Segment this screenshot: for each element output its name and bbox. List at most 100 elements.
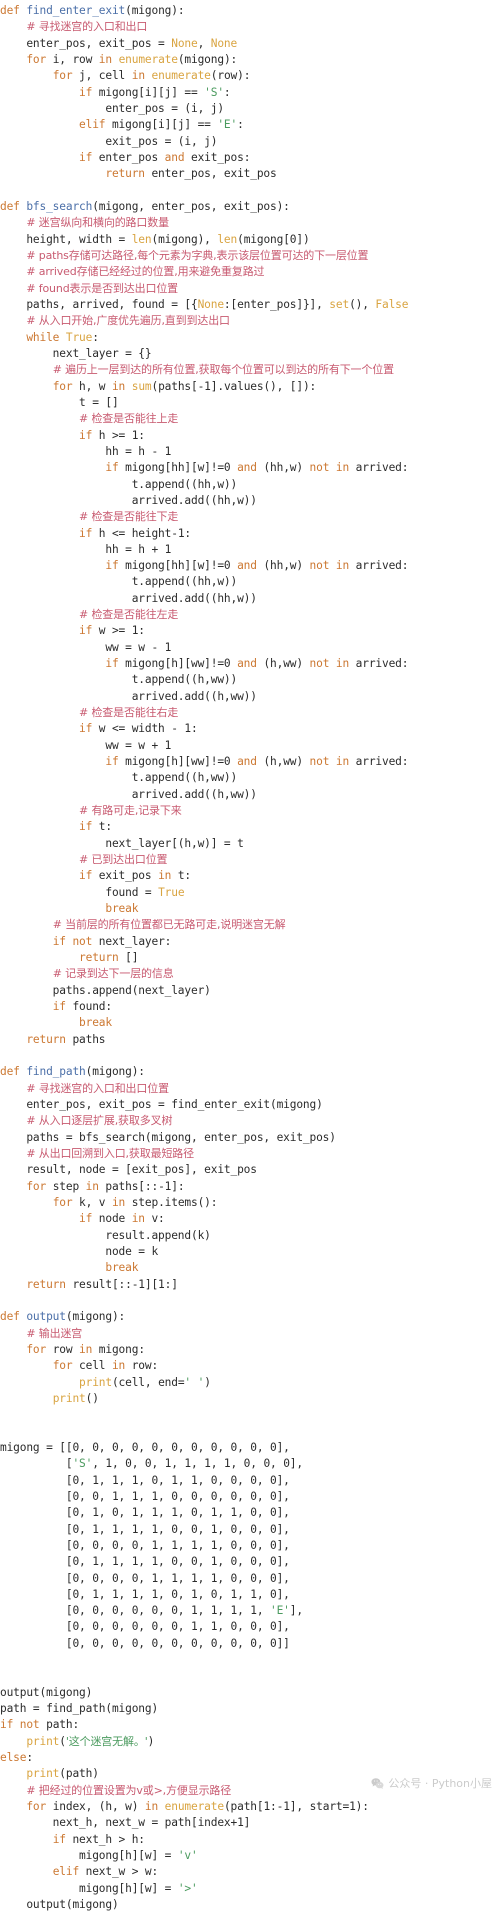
- code-token-pl: , 1, 0, 0, 1, 1, 1, 1, 0, 0, 0],: [92, 1457, 303, 1470]
- code-token-kw: for: [53, 1196, 73, 1209]
- code-token-kw: return: [26, 1278, 66, 1291]
- code-line: if next_h > h:: [0, 1832, 500, 1848]
- code-token-kw: def: [0, 200, 26, 213]
- code-token-kw: break: [79, 1016, 112, 1029]
- code-token-pl: h <= height-1:: [92, 527, 191, 540]
- code-token-pl: [0, 1000, 53, 1013]
- code-token-pl: arrived:: [349, 755, 408, 768]
- code-line: # 记录到达下一层的信息: [0, 966, 500, 982]
- code-token-pl: [0, 0, 0, 0, 0, 0, 1, 1, 0, 0, 0],: [0, 1620, 290, 1633]
- code-token-kw: for: [53, 1359, 73, 1372]
- code-token-pl: (migong):: [86, 1065, 145, 1078]
- code-line: print(): [0, 1391, 500, 1407]
- code-token-pl: [0, 20, 26, 33]
- code-token-cmt: # 遍历上一层到达的所有位置,获取每个位置可以到达的所有下一个位置: [53, 363, 394, 376]
- code-token-pl: path = find_path(migong): [0, 1702, 158, 1715]
- code-line: return []: [0, 950, 500, 966]
- code-token-bi: print: [26, 1735, 59, 1748]
- code-token-kw: not: [310, 559, 330, 572]
- code-line: enter_pos, exit_pos = None, None: [0, 36, 500, 52]
- code-token-pl: w <= width - 1:: [92, 722, 197, 735]
- code-token-pl: index, (h, w): [46, 1800, 145, 1813]
- code-line: # arrived存储已经经过的位置,用来避免重复路过: [0, 264, 500, 280]
- code-line: while True:: [0, 330, 500, 346]
- code-token-pl: path:: [40, 1718, 80, 1731]
- code-line: for cell in row:: [0, 1358, 500, 1374]
- code-token-pl: i, row: [46, 53, 99, 66]
- code-token-kw: def: [0, 1065, 26, 1078]
- code-token-pl: [0, 1016, 79, 1029]
- code-token-bi: print: [79, 1376, 112, 1389]
- code-token-pl: migong:: [92, 1343, 145, 1356]
- code-line: paths.append(next_layer): [0, 983, 500, 999]
- code-token-pl: [0, 1033, 26, 1046]
- code-line: for j, cell in enumerate(row):: [0, 68, 500, 84]
- code-token-kw: in: [112, 1196, 125, 1209]
- code-token-cmt: # 寻找迷宫的入口和出口: [26, 20, 147, 33]
- code-token-pl: [0, 967, 53, 980]
- code-token-pl: (hh,w): [257, 559, 310, 572]
- code-token-pl: exit_pos: [92, 869, 158, 882]
- code-line: ['S', 1, 0, 0, 1, 1, 1, 1, 0, 0, 0],: [0, 1456, 500, 1472]
- code-token-pl: enter_pos = (i, j): [0, 102, 224, 115]
- code-line: migong[h][w] = 'v': [0, 1848, 500, 1864]
- code-line: if migong[i][j] == 'S':: [0, 85, 500, 101]
- code-token-kw: for: [26, 1180, 46, 1193]
- code-line: if h <= height-1:: [0, 526, 500, 542]
- code-token-pl: (migong),: [151, 233, 217, 246]
- code-token-pl: [0, 755, 105, 768]
- code-line: # 已到达出口位置: [0, 852, 500, 868]
- code-token-pl: arrived:: [349, 657, 408, 670]
- code-token-pl: output(migong): [0, 1686, 92, 1699]
- code-token-pl: arrived:: [349, 559, 408, 572]
- code-token-pl: (path[1:-1], start=1):: [224, 1800, 369, 1813]
- code-token-pl: paths = bfs_search(migong, enter_pos, ex…: [0, 1131, 336, 1144]
- code-token-kw: if: [53, 1000, 66, 1013]
- code-token-fn: bfs_search: [26, 200, 92, 213]
- code-token-cmt: # paths存储可达路径,每个元素为字典,表示该层位置可达的下一层位置: [26, 249, 368, 262]
- code-token-kw: in: [132, 1212, 145, 1225]
- code-token-kw: if: [105, 657, 118, 670]
- code-token-bi: enumerate: [165, 1800, 224, 1813]
- code-token-pl: enter_pos: [92, 151, 164, 164]
- code-line: # 检查是否能往下走: [0, 509, 500, 525]
- code-token-pl: (migong):: [125, 4, 184, 17]
- code-token-pl: ): [148, 1735, 155, 1748]
- code-token-pl: [0, 1392, 53, 1405]
- code-token-pl: next_layer[(h,w)] = t: [0, 837, 244, 850]
- code-token-pl: next_layer:: [92, 935, 171, 948]
- code-token-kw: if: [79, 527, 92, 540]
- code-line: output(migong): [0, 1897, 500, 1913]
- code-token-pl: [0, 1784, 26, 1797]
- code-listing: def find_enter_exit(migong): # 寻找迷宫的入口和出…: [0, 0, 500, 1799]
- code-line: ww = w - 1: [0, 640, 500, 656]
- code-token-pl: [0, 1196, 53, 1209]
- code-token-cmt: # 把经过的位置设置为v或>,方便显示路径: [26, 1784, 231, 1797]
- code-token-cmt: # 检查是否能往下走: [79, 510, 178, 523]
- code-token-pl: [0, 1376, 79, 1389]
- code-line: for step in paths[::-1]:: [0, 1179, 500, 1195]
- code-token-pl: (hh,w): [257, 461, 310, 474]
- code-line: if w <= width - 1:: [0, 721, 500, 737]
- code-token-pl: h >= 1:: [92, 429, 145, 442]
- code-token-kw: and: [237, 559, 257, 572]
- code-token-pl: [0, 86, 79, 99]
- code-token-pl: [0, 265, 26, 278]
- code-token-pl: [112, 53, 119, 66]
- code-token-pl: h, w: [72, 380, 112, 393]
- code-token-pl: [0, 0, 0, 0, 0, 0, 0, 0, 0, 0, 0]]: [0, 1637, 290, 1650]
- code-line: [0, 1, 1, 1, 0, 1, 1, 0, 0, 0, 0],: [0, 1473, 500, 1489]
- code-token-pl: [0, 380, 53, 393]
- code-token-pl: [0, 1278, 26, 1291]
- code-token-kw: not: [310, 755, 330, 768]
- code-token-pl: next_w > w:: [79, 1865, 158, 1878]
- code-token-pl: migong[i][j] ==: [92, 86, 204, 99]
- code-token-pl: [0, 1180, 26, 1193]
- code-token-pl: output(migong): [0, 1898, 119, 1911]
- code-token-pl: [0, 1147, 26, 1160]
- code-line: t.append((h,ww)): [0, 770, 500, 786]
- code-token-pl: [0, 1114, 26, 1127]
- code-line: exit_pos = (i, j): [0, 134, 500, 150]
- code-token-pl: (migong, enter_pos, exit_pos):: [92, 200, 290, 213]
- code-line: paths = bfs_search(migong, enter_pos, ex…: [0, 1130, 500, 1146]
